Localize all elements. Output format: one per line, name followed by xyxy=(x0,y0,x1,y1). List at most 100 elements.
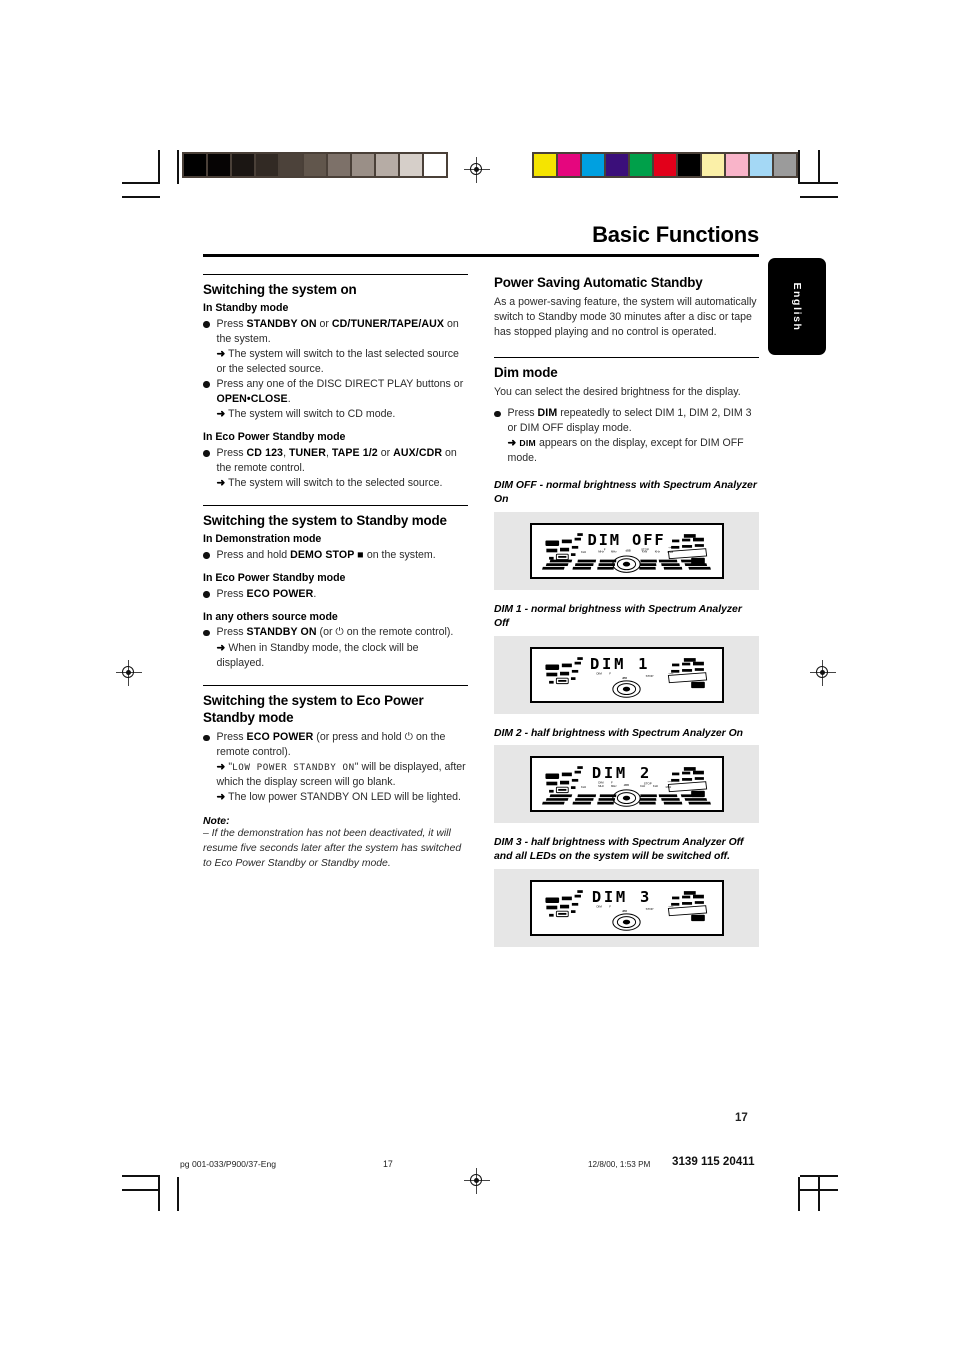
section-rule xyxy=(494,356,759,359)
button-ref: DEMO STOP xyxy=(290,548,355,561)
bullet-icon xyxy=(203,381,210,388)
button-ref: TUNER xyxy=(288,446,326,459)
list-item: Press STANDBY ON (or ⏻ on the remote con… xyxy=(203,625,468,670)
subheading-in-standby-mode: In Standby mode xyxy=(203,301,289,314)
list-item-text: Press STANDBY ON (or ⏻ on the remote con… xyxy=(217,625,469,670)
lcd-illustration-dim-3: DIM 3 DIM F STOP <=> dBB xyxy=(494,869,759,948)
section-heading: Switching the system to Standby mode xyxy=(203,512,447,528)
registration-target-bottom-center xyxy=(464,1168,490,1194)
list-item: Press ECO POWER. xyxy=(203,587,468,602)
instruction-text: Press STANDBY ON or CD/TUNER/TAPE/AUX on… xyxy=(217,317,469,347)
section-heading: Switching the system on xyxy=(203,281,357,297)
svg-text:F: F xyxy=(609,905,611,909)
illustration-caption: DIM 3 - half brightness with Spectrum An… xyxy=(494,837,744,863)
section-heading: Switching the system to Eco Power Standb… xyxy=(203,692,424,725)
language-tab-label: English xyxy=(791,281,803,332)
svg-text:MHz: MHz xyxy=(611,785,617,789)
list-item-text: Press and hold DEMO STOP ■ on the system… xyxy=(217,548,469,563)
dim-indicator-label: DIM xyxy=(519,438,536,449)
process-color-swatch-6 xyxy=(678,154,702,176)
svg-text:STOP: STOP xyxy=(645,674,653,678)
button-ref: CD/TUNER/ xyxy=(331,317,391,330)
text-run: or xyxy=(377,446,394,459)
section-body: As a power-saving feature, the system wi… xyxy=(494,295,757,338)
lcd-screen: DIM 2 DIM F STOP <=> KHz MHz MHz dBB KHz… xyxy=(529,756,724,813)
grayscale-swatch-5 xyxy=(304,154,328,176)
crop-mark-top-right-v2 xyxy=(818,150,820,184)
list-item: Press ECO POWER (or press and hold ⏻ on … xyxy=(203,730,468,805)
crop-mark-bottom-right-v xyxy=(798,1177,800,1211)
button-ref: STANDBY ON xyxy=(246,626,317,639)
list-item: Press STANDBY ON or CD/TUNER/TAPE/AUX on… xyxy=(203,317,468,377)
svg-text:KHz: KHz xyxy=(580,786,586,790)
section-rule xyxy=(203,684,468,686)
subheading-demonstration-mode: In Demonstration mode xyxy=(203,533,322,546)
section-rule xyxy=(203,504,468,506)
language-tab-english: English xyxy=(768,258,826,355)
svg-text:KHz: KHz xyxy=(641,549,647,553)
arrow-icon: ➜ xyxy=(216,761,226,774)
arrow-icon: ➜ xyxy=(216,407,226,420)
svg-text:DIM: DIM xyxy=(596,905,602,909)
svg-text:MHz: MHz xyxy=(598,785,604,789)
section-power-saving-standby: Power Saving Automatic Standby As a powe… xyxy=(494,274,759,340)
result-label: The low power STANDBY ON LED will be lig… xyxy=(228,791,461,804)
crop-mark-bottom-left-h2 xyxy=(122,1189,160,1191)
result-label: When in Standby mode, the clock will be … xyxy=(216,641,419,669)
stop-square-icon: ■ xyxy=(354,548,367,561)
text-run: on the system. xyxy=(366,548,436,561)
bullet-icon xyxy=(494,410,501,418)
text-run: or xyxy=(316,317,332,330)
section-switching-system-on: Switching the system on In Standby mode … xyxy=(203,273,468,491)
disc-icon xyxy=(611,555,641,573)
crop-mark-top-left-h2 xyxy=(122,196,160,198)
footer-document-code: 3139 115 20411 xyxy=(672,1155,755,1168)
section-rule xyxy=(203,273,468,275)
text-run: . xyxy=(313,587,317,600)
lcd-screen: DIM 3 DIM F STOP <=> dBB xyxy=(529,880,724,937)
lcd-illustration-dim-2: DIM 2 DIM F STOP <=> KHz MHz MHz dBB KHz… xyxy=(494,745,759,824)
list-item-text: Press ECO POWER. xyxy=(217,587,469,602)
result-label: The system will switch to the selected s… xyxy=(228,476,443,489)
dim-mode-intro: You can select the desired brightness fo… xyxy=(494,386,741,399)
lcd-main-text: DIM 2 xyxy=(591,765,651,783)
text-run: Press xyxy=(507,407,538,420)
bullet-icon xyxy=(203,734,210,742)
grayscale-swatch-1 xyxy=(208,154,232,176)
button-ref: CDR xyxy=(418,446,443,459)
text-run: Press xyxy=(216,626,247,639)
process-color-bar xyxy=(532,152,798,178)
grayscale-swatch-8 xyxy=(376,154,400,176)
lcd-main-text: DIM OFF xyxy=(587,531,665,549)
svg-text:DIM: DIM xyxy=(596,671,602,675)
process-color-swatch-10 xyxy=(774,154,796,176)
page-content: Basic Functions Switching the system on … xyxy=(203,222,759,948)
text-run: Press and hold xyxy=(216,548,291,561)
result-text: ➜ The low power STANDBY ON LED will be l… xyxy=(217,790,469,805)
text-run: Press xyxy=(216,587,247,600)
svg-text:MHz: MHz xyxy=(611,549,617,553)
instruction-text: Press ECO POWER. xyxy=(217,587,469,602)
section-switching-to-eco-power: Switching the system to Eco Power Standb… xyxy=(203,684,468,872)
process-color-swatch-5 xyxy=(654,154,678,176)
lcd-graphic: DIM 1 DIM F STOP<=> dBB xyxy=(544,655,707,698)
lcd-main-text: DIM 1 xyxy=(590,655,650,673)
grayscale-swatch-0 xyxy=(184,154,208,176)
text-run: Press any one of the DISC DIRECT PLAY bu… xyxy=(216,377,464,390)
grayscale-swatch-9 xyxy=(400,154,424,176)
bullet-icon xyxy=(203,591,210,598)
text-run: . xyxy=(287,392,291,405)
result-text: ➜ When in Standby mode, the clock will b… xyxy=(217,641,469,671)
footer-page-number: 17 xyxy=(383,1159,393,1169)
crop-mark-bottom-left-h xyxy=(122,1175,160,1177)
svg-text:KHz: KHz xyxy=(654,549,660,553)
button-ref: DIM xyxy=(537,407,558,420)
text-run: (or ⏻ on the remote control). xyxy=(316,626,454,639)
lcd-graphic: DIM 3 DIM F STOP<=> dBB xyxy=(544,888,707,931)
process-color-swatch-1 xyxy=(558,154,582,176)
page-title: Basic Functions xyxy=(592,222,759,247)
subheading-any-other-source: In any others source mode xyxy=(203,610,338,623)
disc-icon xyxy=(611,789,641,808)
crop-mark-top-right-v xyxy=(798,150,800,184)
crop-mark-top-left-h xyxy=(122,182,160,184)
